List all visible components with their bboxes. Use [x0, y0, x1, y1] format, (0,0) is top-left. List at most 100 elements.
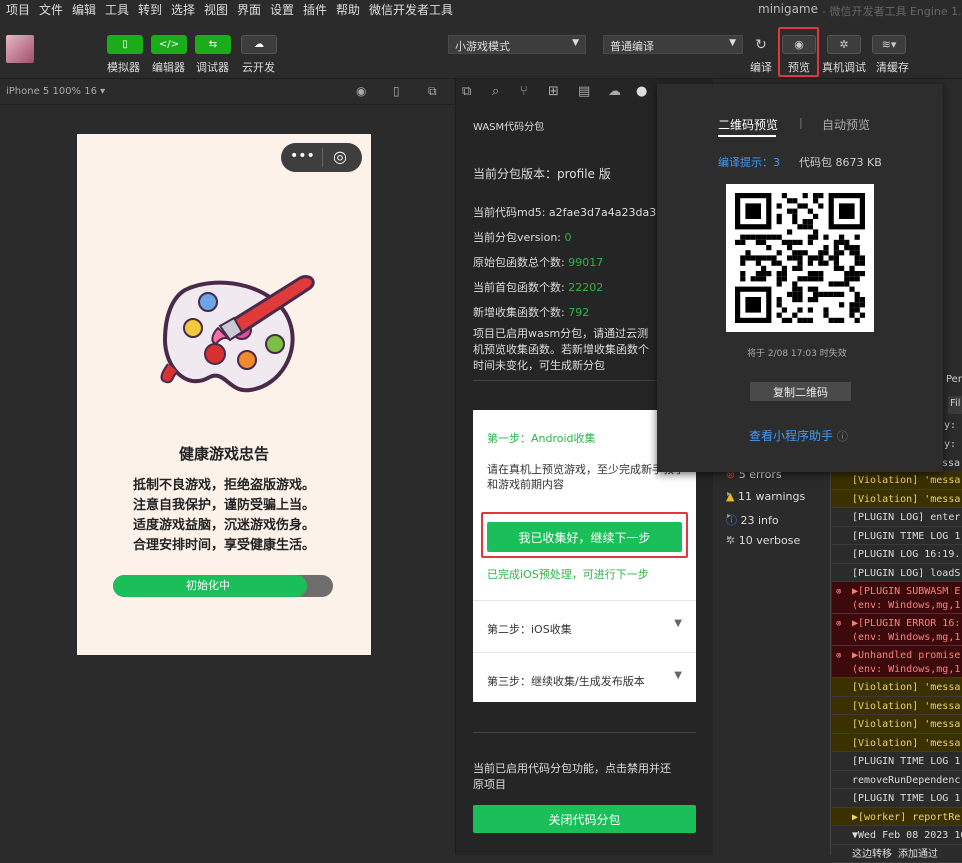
copy-qr-button[interactable]: 复制二维码 [750, 382, 851, 401]
compile-hint-label: 编译提示： [718, 156, 773, 169]
console-log-row[interactable]: [Violation] 'messa [832, 715, 962, 734]
console-log-row[interactable]: [PLUGIN TIME LOG 1 [832, 752, 962, 771]
chevron-down-icon: ▼ [674, 618, 682, 629]
compile-label: 编译 [750, 59, 772, 75]
qr-module [813, 292, 818, 297]
console-log-row[interactable]: [PLUGIN LOG] enter [832, 508, 962, 527]
collected-next-step-button[interactable]: 我已收集好，继续下一步 [487, 522, 682, 552]
more-icon[interactable]: ••• [290, 148, 315, 164]
health-line: 注意自我保护，谨防受骗上当。 [77, 496, 371, 516]
simulator-toggle-button[interactable]: ▯ [107, 35, 143, 54]
qr-module [777, 302, 782, 307]
console-log-row[interactable]: [Violation] 'messa [832, 697, 962, 716]
expand-arrow-icon[interactable]: ▸ [727, 489, 731, 498]
console-log-row[interactable]: [PLUGIN LOG] loadS [832, 564, 962, 583]
console-log-row[interactable]: ▶Unhandled promise(env: Windows,mg,1⊗ [832, 646, 962, 678]
filter-info[interactable]: ⓘ 23 info [726, 512, 779, 528]
console-log-row[interactable]: [Violation] 'messa [832, 490, 962, 509]
qr-module [823, 245, 828, 250]
menu-view[interactable]: 视图 [204, 1, 228, 18]
tab-auto-preview[interactable]: 自动预览 [822, 116, 870, 133]
device-select[interactable]: iPhone 5 100% 16 ▾ [6, 86, 105, 97]
wechat-icon[interactable]: ● [636, 84, 647, 99]
mode-select[interactable]: 小游戏模式▼ [448, 35, 586, 54]
console-log-row[interactable]: ▶[PLUGIN ERROR 16:(env: Windows,mg,1⊗ [832, 614, 962, 646]
menu-project[interactable]: 项目 [6, 1, 30, 18]
console-log-row[interactable]: [PLUGIN TIME LOG 1 [832, 789, 962, 808]
menu-wechat-devtools[interactable]: 微信开发者工具 [369, 1, 453, 18]
tab-qr-preview[interactable]: 二维码预览 [718, 116, 778, 133]
record-icon[interactable]: ◉ [356, 84, 366, 98]
files-icon[interactable]: ⧉ [462, 84, 471, 99]
qr-module [792, 209, 797, 214]
step3-row[interactable]: 第三步：继续收集/生成发布版本 ▼ [473, 652, 696, 702]
qr-module [839, 266, 844, 271]
qr-module [808, 219, 813, 224]
menu-file[interactable]: 文件 [39, 1, 63, 18]
qr-module [740, 255, 745, 260]
search-icon[interactable]: ⌕ [492, 84, 499, 99]
console-log-row[interactable]: [PLUGIN TIME LOG 1 [832, 527, 962, 546]
menu-edit[interactable]: 编辑 [72, 1, 96, 18]
qr-module [839, 203, 855, 219]
debugger-toggle-button[interactable]: ⇆ [195, 35, 231, 54]
notice-line: 机预览收集函数。若新增收集函数个 [473, 342, 649, 358]
mini-program-helper-link[interactable]: 查看小程序助手 ⓘ [749, 427, 848, 444]
device-debug-button[interactable]: ✲ [827, 35, 861, 54]
menu-select[interactable]: 选择 [171, 1, 195, 18]
filter-warnings[interactable]: ▲ 11 warnings [726, 490, 805, 503]
new-func-value: 792 [568, 306, 589, 319]
menu-help[interactable]: 帮助 [336, 1, 360, 18]
console-log-row[interactable]: 这边转移 添加通过 [832, 845, 962, 863]
qr-module [777, 276, 782, 281]
close-code-split-button[interactable]: 关闭代码分包 [473, 805, 696, 833]
clear-cache-button[interactable]: ≋▾ [872, 35, 906, 54]
sub-version-row: 当前分包version: 0 [473, 229, 572, 245]
qr-module [808, 224, 813, 229]
filter-verbose[interactable]: ✲ 10 verbose [726, 534, 800, 547]
editor-toggle-button[interactable]: </> [151, 35, 187, 54]
qr-module [797, 287, 802, 292]
console-log-row[interactable]: [PLUGIN LOG 16:19. [832, 545, 962, 564]
close-circle-icon[interactable]: ◎ [333, 147, 347, 166]
wasm-panel-title: WASM代码分包 [473, 118, 544, 133]
console-log-row[interactable]: ▼Wed Feb 08 2023 16 [832, 826, 962, 845]
compile-button[interactable]: ↻ [744, 35, 778, 54]
qr-module [818, 276, 823, 281]
partial-tab[interactable]: Per [946, 374, 962, 385]
qr-module [792, 255, 797, 260]
cloud-icon[interactable]: ☁ [608, 84, 621, 99]
help-circle-icon[interactable]: ⓘ [837, 430, 848, 443]
tab-separator: | [799, 116, 803, 129]
console-log-row[interactable]: ▶[PLUGIN SUBWASM E(env: Windows,mg,1⊗ [832, 582, 962, 614]
menu-interface[interactable]: 界面 [237, 1, 261, 18]
menu-plugins[interactable]: 插件 [303, 1, 327, 18]
console-log-text: [PLUGIN LOG] loadS [852, 567, 962, 581]
clear-cache-label: 清缓存 [876, 59, 909, 75]
phone-icon[interactable]: ▯ [393, 84, 400, 98]
step2-row[interactable]: 第二步：iOS收集 ▼ [473, 600, 696, 652]
outline-icon[interactable]: ▤ [578, 84, 590, 99]
project-avatar[interactable] [6, 35, 34, 63]
helper-link-text: 查看小程序助手 [749, 429, 833, 443]
compile-hint[interactable]: 编译提示：3 [718, 154, 780, 170]
console-log-row[interactable]: removeRunDependenc [832, 771, 962, 790]
menu-settings[interactable]: 设置 [270, 1, 294, 18]
console-log-row[interactable]: [Violation] 'messa [832, 471, 962, 490]
console-log-row[interactable]: ▶[worker] reportRe [832, 808, 962, 827]
console-log-row[interactable]: [Violation] 'messa [832, 734, 962, 753]
cloud-dev-button[interactable]: ☁ [241, 35, 277, 54]
compile-mode-select[interactable]: 普通编译▼ [603, 35, 743, 54]
console-log-row[interactable]: [Violation] 'messa [832, 678, 962, 697]
qr-module [839, 250, 844, 255]
menu-tools[interactable]: 工具 [105, 1, 129, 18]
git-icon[interactable]: ⑂ [520, 84, 528, 99]
filter-input[interactable]: Fil [948, 396, 962, 414]
menu-goto[interactable]: 转到 [138, 1, 162, 18]
expand-arrow-icon[interactable]: ▸ [727, 511, 731, 520]
log-fragment: y: [944, 439, 956, 450]
extensions-icon[interactable]: ⊞ [548, 84, 559, 99]
expand-arrow-icon[interactable]: ▸ [727, 533, 731, 542]
qr-module [808, 255, 813, 260]
window-icon[interactable]: ⧉ [428, 84, 437, 99]
